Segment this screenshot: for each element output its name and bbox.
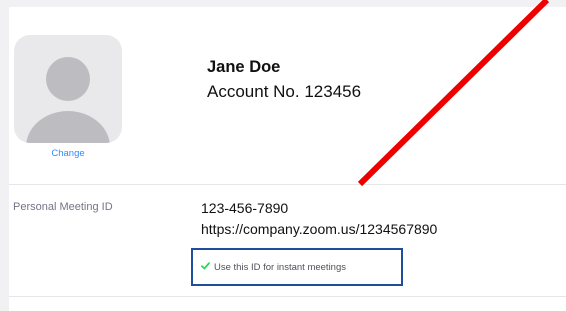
personal-meeting-id-label: Personal Meeting ID bbox=[13, 201, 113, 213]
instant-meeting-checkbox[interactable]: Use this ID for instant meetings bbox=[201, 262, 346, 273]
section-divider bbox=[9, 184, 566, 185]
account-number: Account No. 123456 bbox=[207, 82, 362, 101]
personal-meeting-id-value: 123-456-7890 bbox=[201, 200, 289, 216]
avatar bbox=[14, 35, 122, 143]
check-icon bbox=[201, 262, 210, 273]
default-user-silhouette-icon bbox=[26, 57, 110, 143]
section-divider bbox=[9, 296, 566, 297]
user-name: Jane Doe bbox=[207, 58, 281, 76]
change-avatar-link[interactable]: Change bbox=[14, 148, 122, 159]
personal-meeting-url: https://company.zoom.us/1234567890 bbox=[201, 221, 438, 237]
instant-meeting-label: Use this ID for instant meetings bbox=[214, 262, 346, 273]
